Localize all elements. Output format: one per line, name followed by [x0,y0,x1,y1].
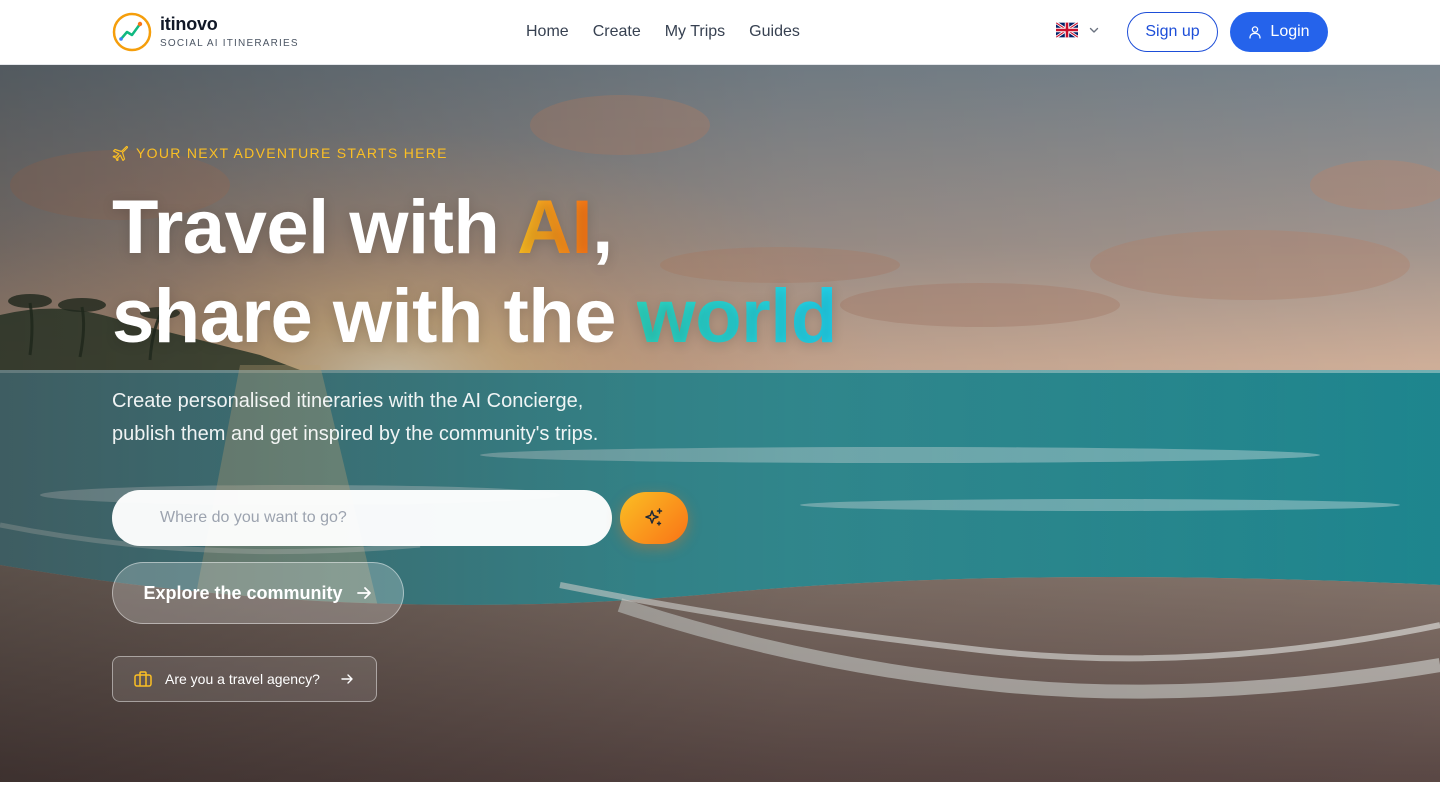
uk-flag-icon [1056,22,1078,38]
headline-part1: Travel with [112,185,518,270]
chevron-down-icon [1089,27,1099,33]
logo-icon [112,12,152,52]
site-header: itinovo SOCIAL AI ITINERARIES Home Creat… [0,0,1440,65]
user-icon [1249,26,1262,39]
brand-name: itinovo [160,14,218,34]
hero-subtitle: Create personalised itineraries with the… [112,385,672,451]
headline-part2: , [592,185,613,270]
explore-label: Explore the community [143,582,343,603]
ai-generate-button[interactable] [620,492,688,544]
brand-logo[interactable]: itinovo SOCIAL AI ITINERARIES [112,12,299,52]
destination-search-input[interactable] [112,490,612,546]
brand-tagline: SOCIAL AI ITINERARIES [160,38,299,49]
arrow-right-icon [341,674,353,684]
headline-accent-ai: AI [517,185,593,270]
nav-item-create[interactable]: Create [593,21,641,43]
briefcase-icon [134,671,152,687]
nav-item-my-trips[interactable]: My Trips [665,21,725,43]
eyebrow-text: YOUR NEXT ADVENTURE STARTS HERE [136,145,448,161]
headline-accent-world: world [636,274,838,359]
nav-item-home[interactable]: Home [526,21,569,43]
subtitle-line-1: Create personalised itineraries with the… [112,390,584,412]
travel-agency-link[interactable]: Are you a travel agency? [112,656,377,702]
plane-icon [112,145,128,161]
hero-headline: Travel with AI, share with the world [112,183,837,361]
main-nav: Home Create My Trips Guides [526,21,800,43]
nav-item-guides[interactable]: Guides [749,21,800,43]
login-label: Login [1270,23,1310,40]
agency-label: Are you a travel agency? [165,671,320,687]
hero-eyebrow: YOUR NEXT ADVENTURE STARTS HERE [112,145,448,161]
headline-part3: share with the [112,274,637,359]
login-button[interactable]: Login [1230,12,1328,52]
arrow-right-icon [356,587,371,599]
subtitle-line-2: publish them and get inspired by the com… [112,423,599,445]
sparkles-icon [645,508,663,526]
signup-button[interactable]: Sign up [1127,12,1218,52]
explore-community-button[interactable]: Explore the community [112,562,404,624]
hero-section: YOUR NEXT ADVENTURE STARTS HERE Travel w… [0,65,1440,782]
language-selector[interactable] [1056,22,1100,38]
